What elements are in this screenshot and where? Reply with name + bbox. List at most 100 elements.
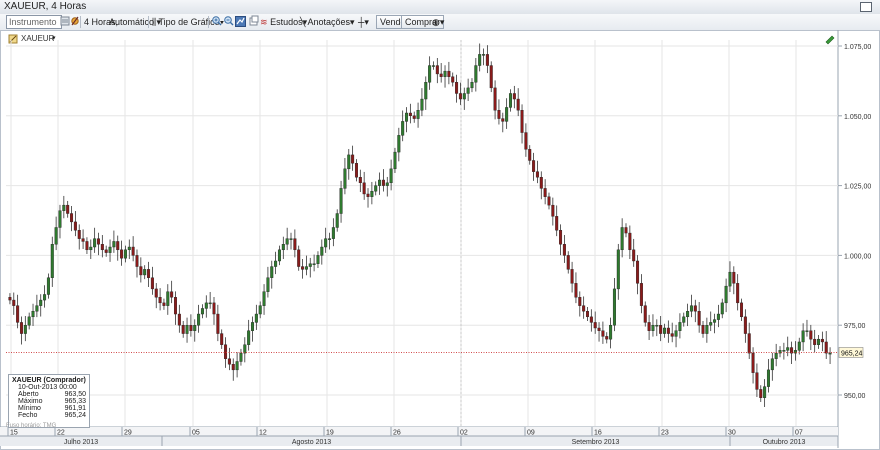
- candle-up: [35, 305, 39, 312]
- day-tick-label: 22: [57, 430, 65, 437]
- candle-down: [524, 132, 528, 150]
- candle-down: [643, 305, 647, 323]
- chart-panel[interactable]: XAUEUR ▾ 1.075,00 1.050,00 1.025,00 1.000,0…: [0, 30, 880, 450]
- candle-down: [73, 221, 77, 231]
- candle-up: [27, 316, 31, 326]
- zoom-out-icon[interactable]: [223, 15, 234, 29]
- price-tick-label: 950,00: [844, 393, 866, 400]
- candle-up: [763, 386, 767, 398]
- candle-down: [439, 73, 443, 77]
- day-tick-label: 16: [594, 430, 602, 437]
- candle-down: [147, 269, 151, 278]
- candle-down: [647, 322, 651, 331]
- instrument-search-input[interactable]: Instrumento: [6, 15, 62, 29]
- candle-down: [362, 182, 366, 195]
- candle-down: [578, 297, 582, 306]
- zoom-in-icon[interactable]: [211, 15, 222, 29]
- candle-up: [724, 285, 728, 304]
- candle-down: [150, 277, 154, 290]
- candle-up: [817, 338, 821, 345]
- candle-up: [277, 249, 281, 262]
- info-label: Aberto: [18, 391, 39, 398]
- candle-up: [143, 269, 147, 276]
- candle-down: [16, 305, 20, 323]
- info-label: Fecho: [18, 412, 38, 419]
- candle-up: [324, 238, 328, 248]
- candle-down: [351, 154, 355, 164]
- candle-down: [551, 204, 555, 217]
- candle-up: [797, 341, 801, 351]
- new-window-icon[interactable]: [249, 15, 259, 29]
- candle-down: [751, 352, 755, 373]
- info-value: 965,33: [64, 398, 86, 405]
- maximize-button[interactable]: [860, 2, 872, 12]
- chart-toolbar: Instrumento 4 Horas, Automático ▾ ⫼ Tipo…: [0, 14, 880, 31]
- info-row-high: Máximo 965,33: [12, 398, 86, 405]
- month-label: Agosto 2013: [292, 439, 331, 446]
- candle-down: [354, 163, 358, 178]
- candle-up: [123, 249, 127, 259]
- candle-down: [732, 271, 736, 284]
- candle-up: [424, 82, 428, 100]
- candle-up: [46, 277, 50, 295]
- candle-down: [501, 118, 505, 122]
- candle-up: [43, 294, 47, 301]
- candle-up: [443, 70, 447, 77]
- candle-up: [374, 185, 378, 192]
- candle-up: [166, 291, 170, 306]
- candle-up: [185, 325, 189, 334]
- candle-down: [820, 338, 824, 343]
- candle-down: [605, 336, 609, 340]
- day-tick-label: 02: [460, 430, 468, 437]
- candle-up: [270, 266, 274, 278]
- candle-up: [774, 352, 778, 359]
- window-title: XAUEUR, 4 Horas: [4, 1, 87, 12]
- candle-up: [616, 249, 620, 290]
- candle-down: [66, 204, 70, 214]
- studies-label: Estudos: [270, 17, 303, 27]
- instrument-list-icon[interactable]: [60, 15, 70, 29]
- candle-up: [705, 325, 709, 334]
- info-row-close: Fecho 965,24: [12, 412, 86, 419]
- candle-down: [297, 249, 301, 267]
- eraser-icon[interactable]: ◌: [346, 15, 351, 29]
- candle-down: [628, 232, 632, 251]
- candle-up: [686, 311, 690, 318]
- candle-up: [766, 369, 770, 387]
- annotations-label: Anotações: [307, 17, 350, 27]
- day-tick-label: 15: [10, 430, 18, 437]
- settings-tools-icon[interactable]: [70, 15, 80, 29]
- candle-up: [347, 154, 351, 170]
- candle-up: [208, 302, 212, 305]
- palette-icon[interactable]: ◍▾: [432, 15, 444, 29]
- info-label: Mínimo: [18, 405, 41, 412]
- candle-down: [96, 238, 100, 245]
- candle-up: [385, 182, 389, 186]
- candle-up: [663, 327, 667, 334]
- candle-up: [89, 246, 93, 251]
- candle-down: [543, 188, 547, 197]
- candle-down: [743, 316, 747, 334]
- candle-down: [582, 305, 586, 312]
- candle-up: [466, 87, 470, 94]
- candle-down: [535, 171, 539, 178]
- candle-up: [505, 107, 509, 122]
- candle-up: [335, 213, 339, 228]
- candle-down: [451, 76, 455, 83]
- candle-down: [293, 238, 297, 251]
- candle-up: [50, 244, 54, 278]
- candlestick-icon: ⫼: [152, 17, 157, 27]
- candle-up: [378, 179, 382, 186]
- candle-up: [23, 325, 27, 334]
- candle-down: [593, 322, 597, 329]
- candle-up: [389, 168, 393, 184]
- price-chart[interactable]: 1.075,00 1.050,00 1.025,00 1.000,00 975,00 95…: [0, 30, 880, 450]
- crosshair-icon[interactable]: ┼▾: [358, 15, 369, 29]
- autoscale-icon[interactable]: [235, 15, 247, 29]
- ohlc-info-box: XAUEUR (Comprador) 10-Out-2013 00:00 Abe…: [8, 374, 90, 428]
- candle-down: [154, 288, 158, 298]
- studies-icon: ≋: [260, 17, 268, 27]
- info-row-open: Aberto 963,50: [12, 391, 86, 398]
- draw-pencil-icon[interactable]: [825, 35, 835, 45]
- day-tick-label: 23: [661, 430, 669, 437]
